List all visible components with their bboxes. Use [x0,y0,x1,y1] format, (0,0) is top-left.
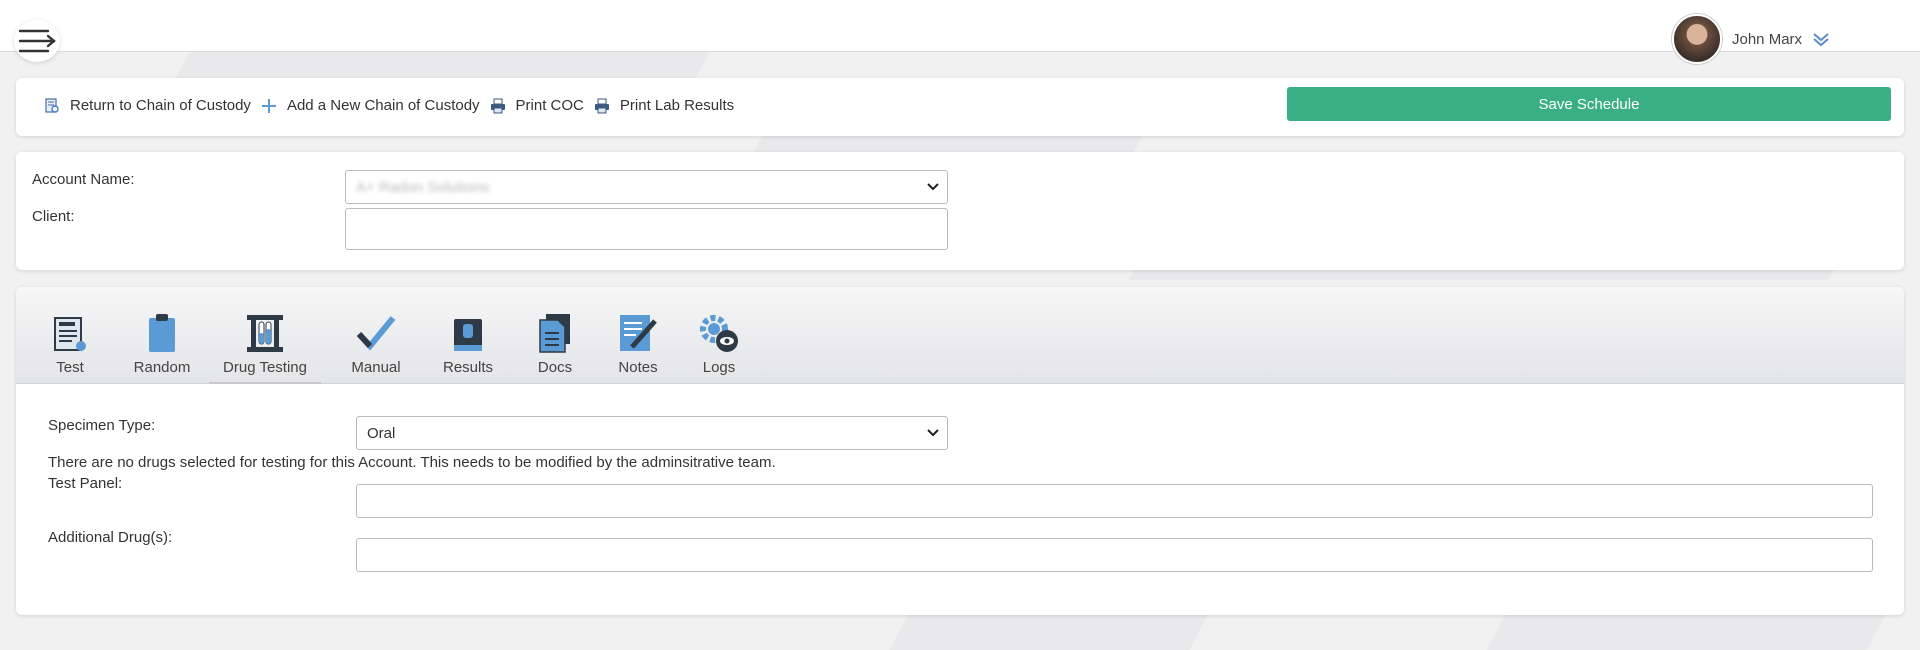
plus-icon [261,98,277,114]
tab-docs[interactable]: Docs [530,309,580,384]
tab-logs-label[interactable]: Logs [703,359,736,376]
print-coc-link[interactable]: Print COC [490,97,584,114]
tab-notes[interactable]: Notes [612,309,664,384]
print-lab-results-label[interactable]: Print Lab Results [620,97,734,114]
print-lab-results-link[interactable]: Print Lab Results [594,97,734,114]
tab-results-label[interactable]: Results [443,359,493,376]
save-schedule-button[interactable]: Save Schedule [1287,87,1891,121]
specimen-type-select[interactable]: Oral [356,416,948,450]
print-coc-label[interactable]: Print COC [516,97,584,114]
return-to-coc-link[interactable]: Return to Chain of Custody [44,97,251,114]
hamburger-menu-icon [18,29,56,53]
book-icon [451,309,485,353]
add-coc-label[interactable]: Add a New Chain of Custody [287,97,480,114]
user-name[interactable]: John Marx [1732,31,1802,48]
test-report-icon [52,309,88,353]
no-drugs-notice: There are no drugs selected for testing … [48,454,776,471]
action-links: Return to Chain of Custody Add a New Cha… [44,97,744,114]
account-name-label: Account Name: [32,171,135,188]
notes-pencil-icon [618,309,658,353]
clipboard-icon [147,309,177,353]
tab-test[interactable]: Test [46,309,94,384]
account-panel: Account Name: A+ Radon Solutions Client: [16,152,1904,270]
tab-drug-testing-label[interactable]: Drug Testing [223,359,307,376]
printer-icon [594,98,610,114]
client-field[interactable] [345,208,948,250]
return-to-coc-label[interactable]: Return to Chain of Custody [70,97,251,114]
tab-results[interactable]: Results [436,309,500,384]
tab-docs-label[interactable]: Docs [538,359,572,376]
tab-random[interactable]: Random [122,309,202,384]
tab-manual-label[interactable]: Manual [351,359,400,376]
test-panel-field[interactable] [356,484,1873,518]
checkmark-icon [356,309,396,353]
chevron-down-icon [927,429,939,437]
additional-drugs-label: Additional Drug(s): [48,529,173,546]
test-panel-label: Test Panel: [48,475,123,492]
specimen-type-value: Oral [367,424,396,442]
actions-panel: Return to Chain of Custody Add a New Cha… [16,78,1904,136]
specimen-type-label: Specimen Type: [48,417,156,434]
test-tubes-icon [245,309,285,353]
avatar[interactable] [1672,14,1722,64]
tab-drug-testing[interactable]: Drug Testing [209,309,321,384]
documents-icon [537,309,573,353]
add-coc-link[interactable]: Add a New Chain of Custody [261,97,480,114]
tab-random-label[interactable]: Random [134,359,191,376]
drug-testing-panel: Test Random Drug Testing Manual Results … [16,287,1904,615]
account-name-select[interactable]: A+ Radon Solutions [345,170,948,204]
tab-test-label[interactable]: Test [56,359,84,376]
additional-drugs-field[interactable] [356,538,1873,572]
gear-eye-icon [698,309,740,353]
document-search-icon [44,97,60,114]
tab-notes-label[interactable]: Notes [618,359,657,376]
menu-toggle-button[interactable] [14,20,60,62]
chevron-down-icon [927,183,939,191]
tab-logs[interactable]: Logs [696,309,742,384]
chevron-down-icon[interactable] [1812,31,1830,47]
tab-manual[interactable]: Manual [344,309,408,384]
top-header [0,0,1920,52]
client-label: Client: [32,208,75,225]
account-name-value: A+ Radon Solutions [356,178,490,196]
printer-icon [490,98,506,114]
user-menu[interactable]: John Marx [1672,14,1830,64]
